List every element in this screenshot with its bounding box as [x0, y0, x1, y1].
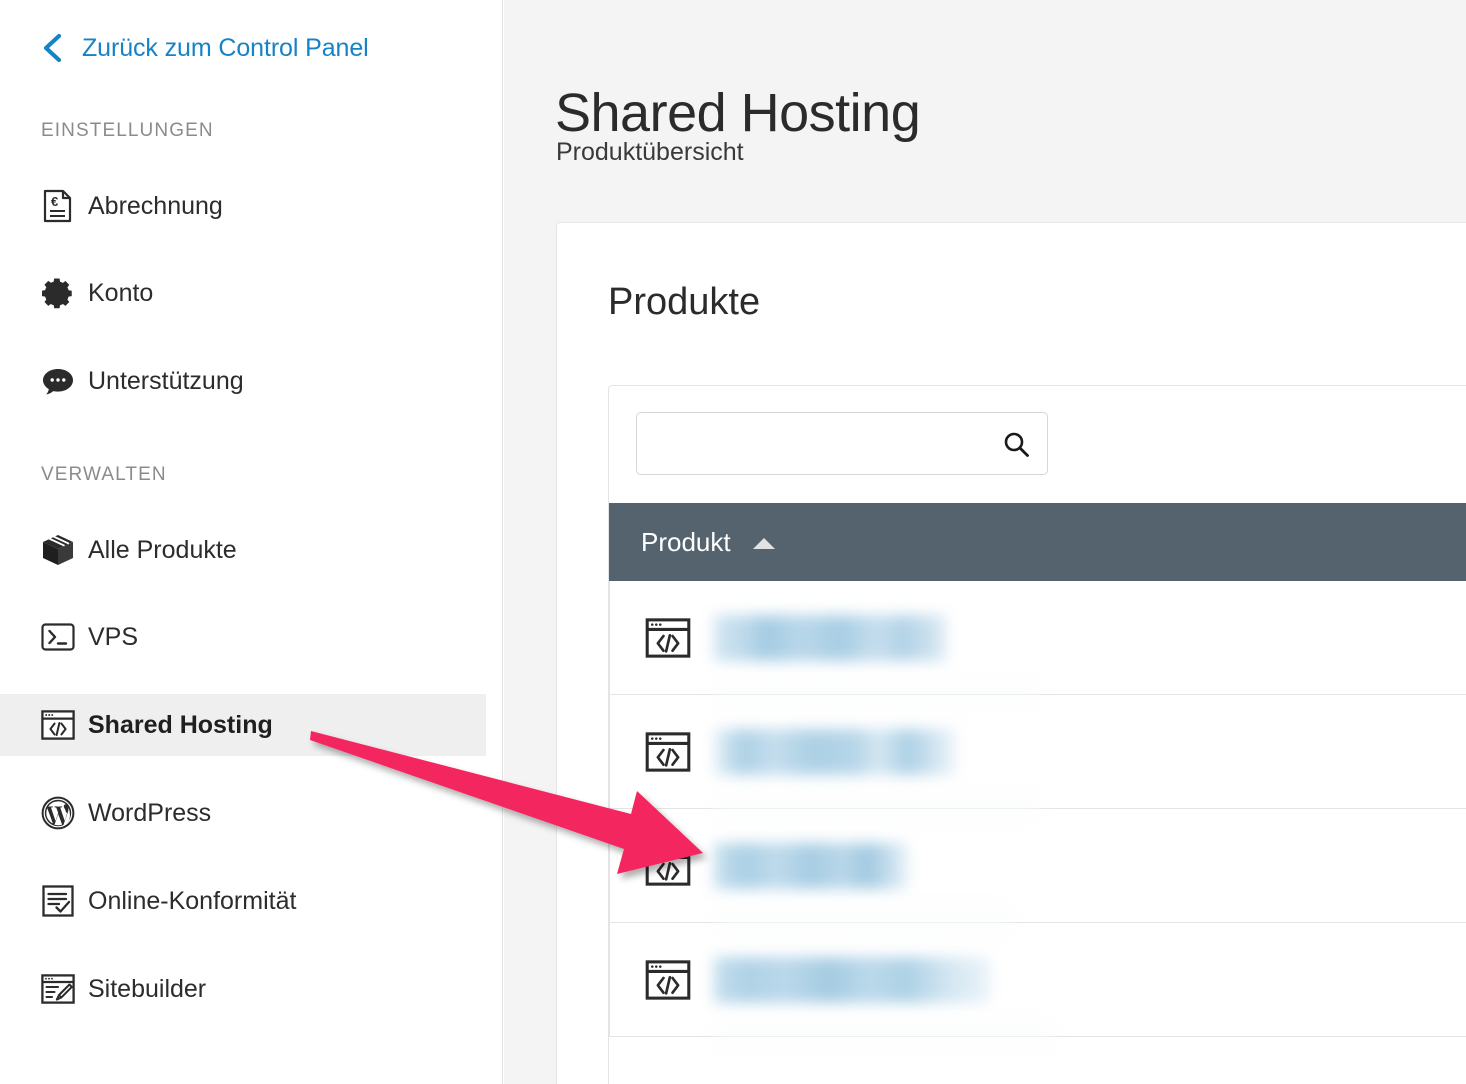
- column-header-produkt[interactable]: Produkt: [641, 527, 731, 558]
- code-window-icon: [645, 617, 691, 658]
- row-left-border: [609, 923, 610, 1036]
- table-row[interactable]: [609, 695, 1466, 821]
- nav-group-title-settings: EINSTELLUNGEN: [41, 120, 214, 141]
- row-left-border: [609, 581, 610, 694]
- app-root: Zurück zum Control Panel EINSTELLUNGEN €…: [0, 0, 1466, 1084]
- checklist-icon: [40, 883, 76, 919]
- code-window-icon: [40, 707, 76, 743]
- redacted-product-name: [714, 728, 956, 775]
- chat-bubble-icon: [40, 363, 76, 399]
- redacted-product-name: [714, 842, 908, 889]
- caret-up-icon[interactable]: [752, 538, 775, 549]
- sidebar-item-shared-hosting[interactable]: Shared Hosting: [0, 694, 486, 756]
- terminal-icon: [40, 619, 76, 655]
- sidebar-item-abrechnung[interactable]: € Abrechnung: [0, 175, 486, 237]
- row-left-border: [609, 695, 610, 808]
- gear-icon: [40, 275, 76, 311]
- page-subtitle: Produktübersicht: [556, 138, 744, 166]
- sidebar-item-label: Abrechnung: [88, 191, 223, 220]
- box-icon: [40, 532, 76, 568]
- code-window-icon: [645, 845, 691, 886]
- table-row[interactable]: [609, 581, 1466, 707]
- sidebar-item-wordpress[interactable]: WordPress: [0, 782, 486, 844]
- sidebar-item-alle-produkte[interactable]: Alle Produkte: [0, 519, 486, 581]
- search-input[interactable]: [636, 412, 1048, 475]
- sidebar-item-sitebuilder[interactable]: Sitebuilder: [0, 958, 486, 1020]
- sidebar-item-label: Unterstützung: [88, 366, 244, 395]
- sidebar-item-vps[interactable]: VPS: [0, 606, 486, 668]
- site-brush-icon: [40, 971, 76, 1007]
- sidebar-item-konto[interactable]: Konto: [0, 262, 486, 324]
- redacted-product-subtext: [714, 1019, 1054, 1049]
- sidebar-item-label: WordPress: [88, 798, 212, 827]
- sidebar-item-label: Konto: [88, 278, 154, 307]
- sidebar-item-label: Online-Konformität: [88, 886, 297, 915]
- row-left-border: [609, 809, 610, 922]
- table-header-row: Produkt: [609, 503, 1466, 581]
- table-row[interactable]: [609, 923, 1466, 1049]
- sidebar-item-label: Sitebuilder: [88, 974, 207, 1003]
- search-field-wrapper: [636, 412, 1048, 475]
- sidebar-item-unterstuetzung[interactable]: Unterstützung: [0, 350, 486, 412]
- invoice-euro-icon: €: [40, 188, 76, 224]
- svg-text:€: €: [51, 194, 58, 209]
- code-window-icon: [645, 731, 691, 772]
- chevron-left-icon: [40, 32, 64, 64]
- products-card: Produkte Produkt: [556, 222, 1466, 1084]
- sidebar-item-label: Shared Hosting: [88, 710, 273, 739]
- redacted-product-name: [714, 614, 946, 661]
- sidebar-item-label: VPS: [88, 622, 139, 651]
- page-title: Shared Hosting: [555, 83, 921, 144]
- back-link-label: Zurück zum Control Panel: [82, 33, 369, 62]
- back-to-control-panel-link[interactable]: Zurück zum Control Panel: [40, 32, 369, 64]
- nav-group-title-manage: VERWALTEN: [41, 464, 167, 485]
- wordpress-icon: [40, 795, 76, 831]
- redacted-product-name: [714, 956, 990, 1003]
- table-row[interactable]: [609, 809, 1466, 935]
- code-window-icon: [645, 959, 691, 1000]
- sidebar-item-label: Alle Produkte: [88, 535, 237, 564]
- sidebar: Zurück zum Control Panel EINSTELLUNGEN €…: [0, 0, 503, 1084]
- main-content: Shared Hosting Produktübersicht Produkte…: [504, 0, 1466, 1084]
- sidebar-item-online-konformitaet[interactable]: Online-Konformität: [0, 870, 486, 932]
- card-title: Produkte: [608, 281, 761, 323]
- products-table-panel: Produkt: [608, 385, 1466, 1084]
